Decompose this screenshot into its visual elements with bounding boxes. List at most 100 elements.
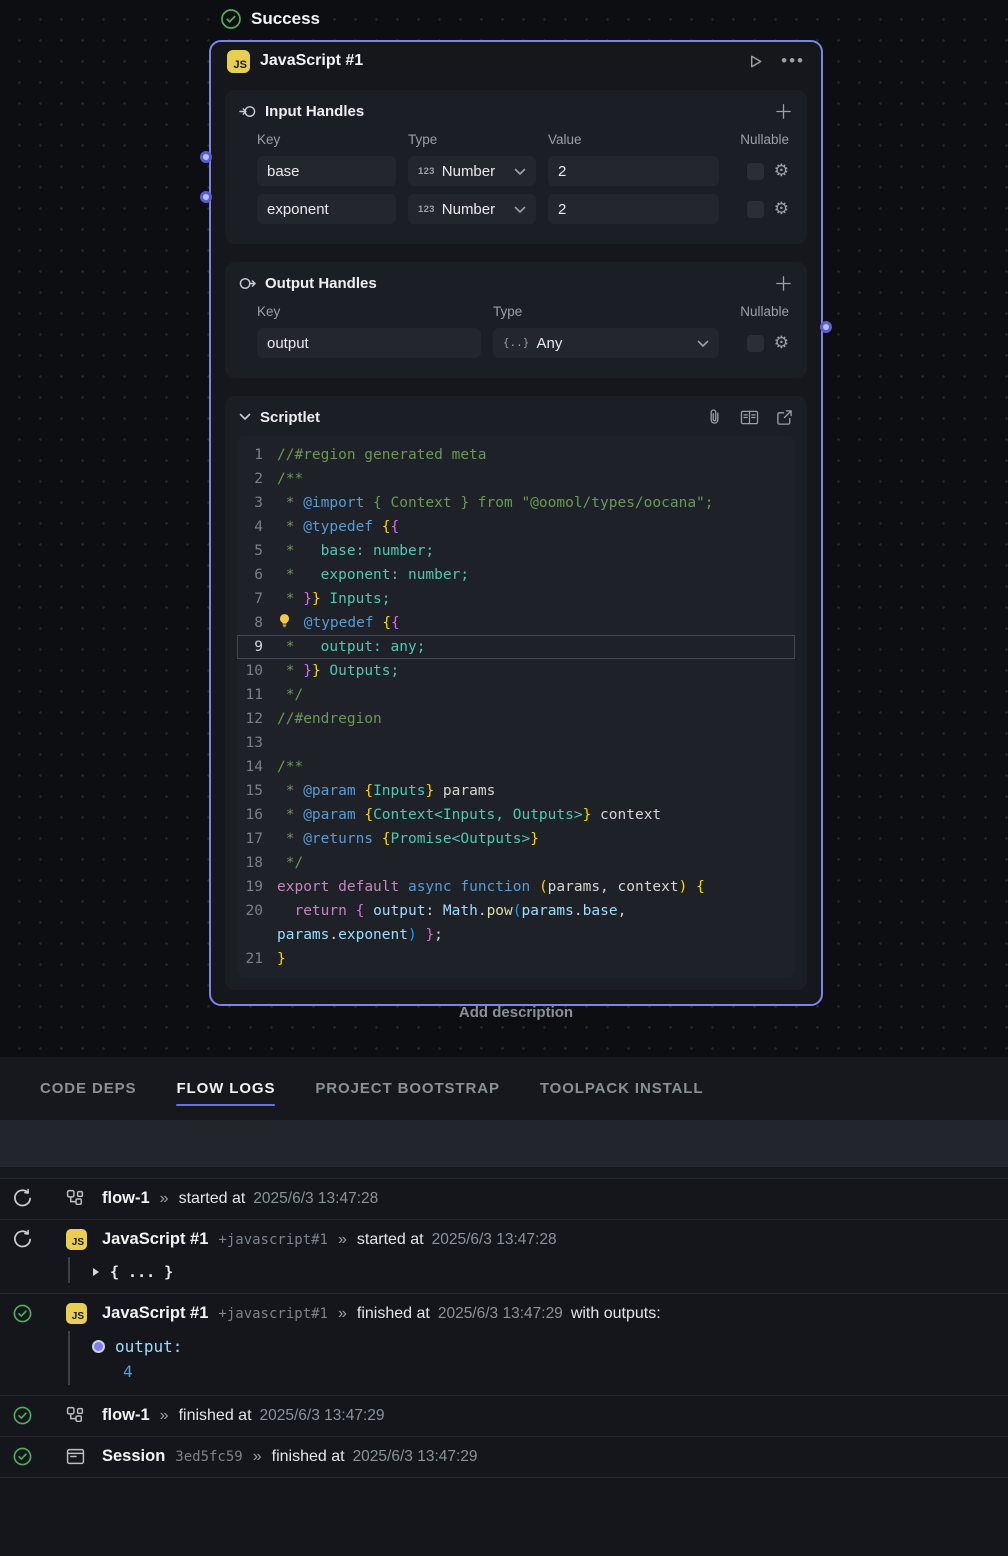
code-line-17: 17 * @returns {Promise<Outputs>} <box>237 827 795 851</box>
output-handle-icon <box>239 275 256 292</box>
log-action: started at <box>179 1190 246 1208</box>
tab-toolpack-install[interactable]: TOOLPACK INSTALL <box>540 1057 704 1120</box>
log-expand-preview: { ... } <box>110 1263 173 1281</box>
settings-gear-icon[interactable]: ⚙ <box>774 201 789 218</box>
column-header-type: Type <box>408 132 536 147</box>
session-icon <box>66 1448 85 1465</box>
log-subtitle: 3ed5fc59 <box>175 1449 242 1465</box>
node-javascript-1[interactable]: JS JavaScript #1 ••• Input Handles KeyTy… <box>209 40 823 1006</box>
log-expand-toggle[interactable]: { ... } <box>92 1263 996 1281</box>
add-input-handle-button[interactable] <box>774 102 793 121</box>
run-node-button[interactable] <box>746 52 765 71</box>
tab-project-bootstrap[interactable]: PROJECT BOOTSTRAP <box>315 1057 499 1120</box>
code-line-15: 15 * @param {Inputs} params <box>237 779 795 803</box>
line-number: 5 <box>237 539 277 563</box>
scriptlet-title: Scriptlet <box>260 409 320 426</box>
key-input[interactable]: exponent <box>257 194 396 224</box>
type-glyph-icon: 123 <box>418 166 435 177</box>
nullable-checkbox[interactable] <box>747 335 764 352</box>
code-line-5: 5 * base: number; <box>237 539 795 563</box>
line-number: 12 <box>237 707 277 731</box>
status-badge: Success <box>220 8 320 30</box>
input-port-base[interactable] <box>200 151 212 163</box>
key-input[interactable]: output <box>257 328 481 358</box>
line-number: 16 <box>237 803 277 827</box>
line-number: 18 <box>237 851 277 875</box>
chevron-down-icon[interactable] <box>514 168 526 176</box>
code-line-9: 9 * output: any; <box>237 635 795 659</box>
add-output-handle-button[interactable] <box>774 274 793 293</box>
log-title: flow-1 <box>102 1189 150 1208</box>
success-check-icon <box>220 8 242 30</box>
flow-logs-panel: flow-1»started at2025/6/3 13:47:28JSJava… <box>0 1166 1008 1556</box>
line-number: 3 <box>237 491 277 515</box>
type-glyph-icon: 123 <box>418 204 435 215</box>
javascript-icon: JS <box>227 50 250 73</box>
log-action: started at <box>357 1231 424 1249</box>
value-input[interactable]: 2 <box>548 156 719 186</box>
code-line-wrap: params.exponent) }; <box>237 923 795 947</box>
code-editor[interactable]: 1//#region generated meta2/**3 * @import… <box>237 436 795 978</box>
code-line-1: 1//#region generated meta <box>237 443 795 467</box>
success-check-icon <box>12 1446 33 1467</box>
code-line-6: 6 * exponent: number; <box>237 563 795 587</box>
input-handles-title: Input Handles <box>265 103 364 120</box>
docs-book-icon[interactable] <box>740 408 759 426</box>
nullable-checkbox[interactable] <box>747 163 764 180</box>
tab-flow-logs[interactable]: FLOW LOGS <box>176 1057 275 1120</box>
code-line-19: 19export default async function (params,… <box>237 875 795 899</box>
attachment-icon[interactable] <box>706 408 723 426</box>
collapse-chevron-icon[interactable] <box>239 413 251 421</box>
output-port-output[interactable] <box>820 321 832 333</box>
code-line-10: 10 * }} Outputs; <box>237 659 795 683</box>
column-header-key: Key <box>257 304 481 319</box>
output-handles-section: Output Handles KeyTypeNullable output {.… <box>225 262 807 378</box>
add-description-button[interactable]: Add description <box>209 1004 823 1021</box>
column-header-nullable: Nullable <box>731 304 789 319</box>
log-timestamp: 2025/6/3 13:47:29 <box>353 1448 478 1466</box>
log-separator: » <box>338 1305 347 1323</box>
flow-canvas[interactable]: Success JS JavaScript #1 ••• Input Handl… <box>0 0 1008 1057</box>
line-number: 14 <box>237 755 277 779</box>
running-spinner-icon <box>12 1229 33 1250</box>
log-title: JavaScript #1 <box>102 1304 208 1323</box>
input-port-exponent[interactable] <box>200 191 212 203</box>
scriptlet-section: Scriptlet 1//#region generated meta2/**3… <box>225 396 807 990</box>
log-separator: » <box>253 1448 262 1466</box>
node-title: JavaScript #1 <box>260 52 736 70</box>
line-number: 9 <box>237 635 277 659</box>
more-options-button[interactable]: ••• <box>781 51 805 71</box>
status-label: Success <box>251 9 320 29</box>
type-select[interactable]: {..} Any <box>493 328 719 358</box>
code-line-14: 14/** <box>237 755 795 779</box>
log-row-4: flow-1»finished at2025/6/3 13:47:29 <box>0 1396 1008 1437</box>
caret-right-icon[interactable] <box>92 1267 100 1277</box>
nullable-checkbox[interactable] <box>747 201 764 218</box>
key-input[interactable]: base <box>257 156 396 186</box>
lightbulb-icon[interactable] <box>277 613 293 629</box>
line-number: 8 <box>237 611 277 635</box>
line-number: 4 <box>237 515 277 539</box>
input-columns-header: KeyTypeValueNullable <box>237 132 795 147</box>
type-select[interactable]: 123 Number <box>408 156 536 186</box>
open-external-icon[interactable] <box>776 408 793 426</box>
log-title: Session <box>102 1447 165 1466</box>
log-action: finished at <box>272 1448 345 1466</box>
log-action: finished at <box>357 1305 430 1323</box>
type-select[interactable]: 123 Number <box>408 194 536 224</box>
log-timestamp: 2025/6/3 13:47:29 <box>260 1407 385 1425</box>
type-value: Number <box>442 201 495 218</box>
log-subtitle: +javascript#1 <box>218 1306 328 1322</box>
input-handle-icon <box>239 103 256 120</box>
tab-code-deps[interactable]: CODE DEPS <box>40 1057 136 1120</box>
log-separator: » <box>160 1190 169 1208</box>
settings-gear-icon[interactable]: ⚙ <box>774 163 789 180</box>
output-handles-title: Output Handles <box>265 275 377 292</box>
chevron-down-icon[interactable] <box>697 340 709 348</box>
line-number: 15 <box>237 779 277 803</box>
settings-gear-icon[interactable]: ⚙ <box>774 335 789 352</box>
chevron-down-icon[interactable] <box>514 206 526 214</box>
line-number: 20 <box>237 899 277 923</box>
value-input[interactable]: 2 <box>548 194 719 224</box>
line-number: 1 <box>237 443 277 467</box>
